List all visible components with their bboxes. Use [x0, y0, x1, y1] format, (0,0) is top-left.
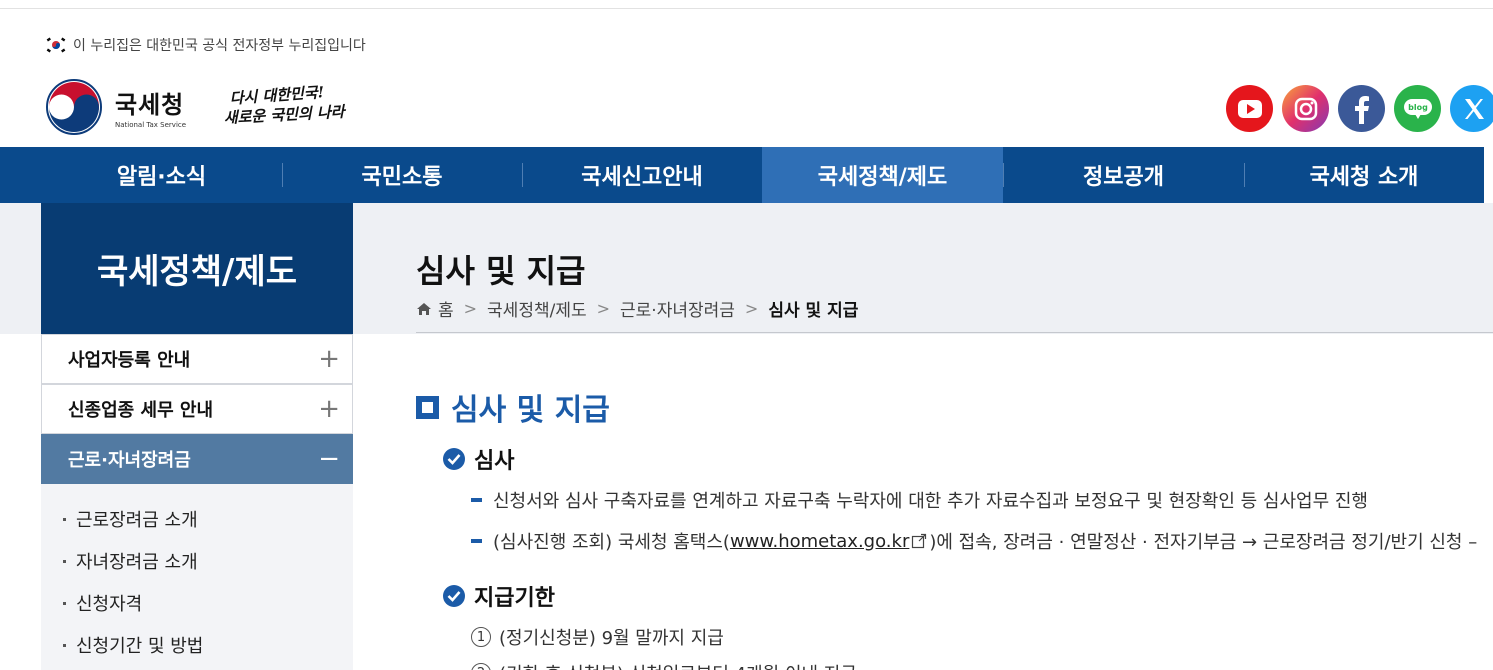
korea-flag-icon — [45, 37, 67, 53]
circled-number-icon: 2 — [471, 663, 491, 670]
side-subitem-label: 신청자격 — [76, 594, 143, 615]
check-circle-icon — [443, 585, 465, 607]
gnb-end-cap — [1484, 147, 1493, 203]
minus-icon[interactable]: − — [318, 446, 340, 472]
gnb-item-notice[interactable]: 알림·소식 — [41, 147, 282, 203]
youtube-icon[interactable] — [1226, 85, 1273, 132]
breadcrumb: 홈 > 국세정책/제도 > 근로·자녀장려금 > 심사 및 지급 — [416, 296, 858, 321]
bullet-dot-icon — [63, 559, 66, 563]
bullet-dot-icon — [63, 601, 66, 605]
list-item-text: 신청서와 심사 구축자료를 연계하고 자료구축 누락자에 대한 추가 자료수집과… — [493, 491, 1368, 512]
chevron-right-icon: > — [596, 299, 611, 318]
side-subitem-label: 근로장려금 소개 — [76, 510, 198, 531]
side-subitem[interactable]: 근로장려금 소개 — [63, 506, 198, 532]
sns-links: blog — [1226, 85, 1493, 132]
page-title: 심사 및 지급 — [416, 252, 586, 290]
numbered-item: 1 (정기신청분) 9월 말까지 지급 — [471, 624, 724, 650]
gnb-item-tax-filing[interactable]: 국세신고안내 — [522, 147, 762, 203]
gnb-item-disclosure[interactable]: 정보공개 — [1003, 147, 1244, 203]
plus-icon[interactable]: + — [318, 396, 340, 422]
gnb-item-communication[interactable]: 국민소통 — [282, 147, 522, 203]
list-item-text: (심사진행 조회) 국세청 홈택스( — [493, 532, 730, 553]
subsection-title-text: 지급기한 — [474, 586, 555, 611]
numbered-item-text: (기한 후 신청분) 신청일로부터 4개월 이내 지급 — [499, 660, 857, 670]
chevron-right-icon: > — [744, 299, 759, 318]
home-icon[interactable] — [416, 302, 432, 316]
gov-banner-text: 이 누리집은 대한민국 공식 전자정부 누리집입니다 — [73, 38, 366, 54]
side-item-label: 사업자등록 안내 — [68, 350, 191, 371]
plus-icon[interactable]: + — [318, 346, 340, 372]
logo-subtitle: National Tax Service — [115, 121, 187, 129]
side-item-label: 신종업종 세무 안내 — [68, 400, 214, 421]
main-navigation: 알림·소식 국민소통 국세신고안내 국세정책/제도 정보공개 국세청 소개 — [0, 147, 1493, 203]
section-title: 심사 및 지급 — [416, 385, 610, 429]
subsection-title-payment: 지급기한 — [443, 580, 555, 612]
logo-name: 국세청 — [115, 91, 185, 119]
hometax-link[interactable]: www.hometax.go.kr — [730, 531, 909, 552]
numbered-item: 2 (기한 후 신청분) 신청일로부터 4개월 이내 지급 — [471, 660, 857, 670]
breadcrumb-item[interactable]: 근로·자녀장려금 — [620, 296, 735, 321]
breadcrumb-item[interactable]: 국세정책/제도 — [487, 296, 587, 321]
side-item-label: 근로·자녀장려금 — [68, 450, 191, 471]
breadcrumb-home[interactable]: 홈 — [438, 296, 454, 321]
list-item-text: )에 접속, 장려금 · 연말정산 · 전자기부금 → 근로장려금 정기/반기 … — [929, 532, 1478, 553]
list-item: 신청서와 심사 구축자료를 연계하고 자료구축 누락자에 대한 추가 자료수집과… — [471, 487, 1368, 513]
bullet-dot-icon — [63, 643, 66, 647]
gnb-item-tax-policy[interactable]: 국세정책/제도 — [762, 147, 1003, 203]
dash-bullet-icon — [471, 539, 482, 543]
check-circle-icon — [443, 448, 465, 470]
side-subitem[interactable]: 자녀장려금 소개 — [63, 548, 198, 574]
list-item: (심사진행 조회) 국세청 홈택스( www.hometax.go.kr )에 … — [471, 528, 1477, 554]
chevron-right-icon: > — [463, 299, 478, 318]
x-icon[interactable] — [1450, 85, 1493, 132]
square-bullet-icon — [416, 395, 439, 419]
side-subitem-label: 신청기간 및 방법 — [76, 636, 204, 657]
breadcrumb-current: 심사 및 지급 — [768, 301, 859, 321]
section-title-text: 심사 및 지급 — [451, 393, 610, 428]
side-menu: 사업자등록 안내 + 신종업종 세무 안내 + 근로·자녀장려금 − 근로장려금… — [41, 334, 353, 670]
instagram-icon[interactable] — [1282, 85, 1329, 132]
circled-number-icon: 1 — [471, 627, 491, 647]
subsection-title-text: 심사 — [474, 449, 515, 474]
nts-logo[interactable]: 국세청 National Tax Service — [45, 78, 186, 136]
blog-label: blog — [1408, 103, 1428, 112]
gov-banner: 이 누리집은 대한민국 공식 전자정부 누리집입니다 — [45, 35, 366, 55]
side-subitem[interactable]: 신청기간 및 방법 — [63, 632, 203, 658]
bullet-dot-icon — [63, 517, 66, 521]
side-subitem-label: 자녀장려금 소개 — [76, 552, 198, 573]
dash-bullet-icon — [471, 498, 482, 502]
facebook-icon[interactable] — [1338, 85, 1385, 132]
top-border — [0, 0, 1493, 9]
blog-icon[interactable]: blog — [1394, 85, 1441, 132]
slogan-image: 다시 대한민국! 새로운 국민의 나라 — [222, 82, 352, 128]
side-item-business-registration[interactable]: 사업자등록 안내 + — [41, 334, 353, 384]
gnb-item-about[interactable]: 국세청 소개 — [1244, 147, 1484, 203]
side-subitem[interactable]: 신청자격 — [63, 590, 142, 616]
title-divider — [416, 332, 1493, 333]
nts-emblem-icon — [46, 79, 102, 135]
subsection-title-review: 심사 — [443, 443, 514, 475]
side-item-earned-income-credit[interactable]: 근로·자녀장려금 − — [41, 434, 353, 484]
external-link-icon[interactable] — [911, 533, 927, 549]
side-item-new-business[interactable]: 신종업종 세무 안내 + — [41, 384, 353, 434]
numbered-item-text: (정기신청분) 9월 말까지 지급 — [499, 628, 724, 649]
side-title: 국세정책/제도 — [41, 203, 353, 334]
